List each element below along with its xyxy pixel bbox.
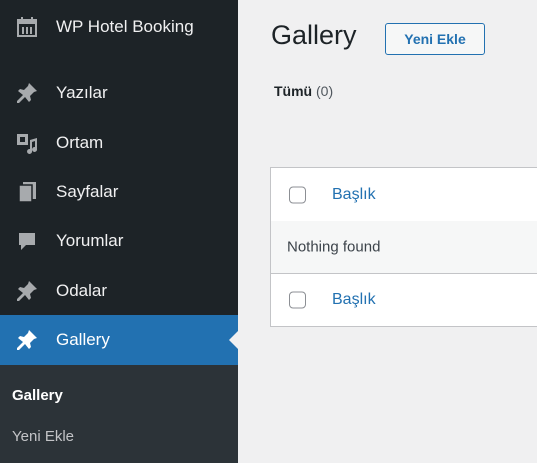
submenu-item-gallery[interactable]: Gallery [12,387,63,404]
table-empty-row: Nothing found [271,221,537,273]
sidebar-item-label: Yazılar [56,83,108,102]
sidebar-item-ortam[interactable]: Ortam [0,118,238,168]
sidebar-item-label: WP Hotel Booking [56,17,194,36]
select-all-checkbox-footer[interactable] [289,291,306,309]
comment-icon [15,229,39,253]
pin-icon [15,328,39,352]
pages-icon [15,180,39,204]
table-footer-row: Başlık [271,273,537,326]
pin-icon [15,279,39,303]
status-filter: Tümü (0) [274,83,333,99]
gallery-submenu: Gallery Yeni Ekle [0,365,238,463]
sidebar-item-yazilar[interactable]: Yazılar [0,68,238,118]
column-footer-title[interactable]: Başlık [332,291,376,309]
sidebar-item-label: Ortam [56,133,104,152]
sidebar-item-label: Sayfalar [56,182,119,201]
calendar-icon [15,15,39,39]
admin-sidebar: WP Hotel Booking Yazılar Ortam Sayfalar [0,0,238,463]
sidebar-item-label: Odalar [56,281,108,300]
page-title: Gallery [271,20,357,50]
empty-message: Nothing found [287,238,381,256]
active-indicator-arrow [229,331,238,349]
column-header-title[interactable]: Başlık [332,186,376,204]
sidebar-item-gallery[interactable]: Gallery [0,315,238,365]
submenu-item-add-new[interactable]: Yeni Ekle [12,428,74,445]
media-icon [15,131,39,155]
sidebar-item-label: Gallery [56,330,110,349]
sidebar-item-odalar[interactable]: Odalar [0,266,238,316]
sidebar-item-sayfalar[interactable]: Sayfalar [0,167,238,217]
filter-all-count: (0) [316,83,334,99]
sidebar-item-wp-hotel-booking[interactable]: WP Hotel Booking [0,2,238,52]
filter-all-link[interactable]: Tümü [274,83,312,99]
table-header-row: Başlık [271,168,537,222]
select-all-checkbox[interactable] [289,186,306,203]
add-new-button[interactable]: Yeni Ekle [385,23,485,55]
sidebar-item-yorumlar[interactable]: Yorumlar [0,216,238,266]
posts-table: Başlık Nothing found Başlık [270,167,537,327]
sidebar-item-label: Yorumlar [56,231,124,250]
pin-icon [15,81,39,105]
